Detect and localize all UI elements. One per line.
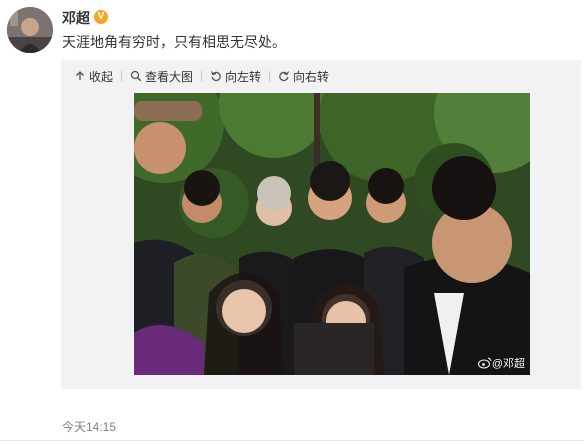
toolbar-divider <box>201 70 203 82</box>
watermark-text: @邓超 <box>491 358 525 370</box>
view-large-button[interactable]: 查看大图 <box>130 68 193 85</box>
rotate-right-button[interactable]: 向右转 <box>278 68 329 85</box>
post-text: 天涯地角有穷时，只有相思无尽处。 <box>62 34 286 50</box>
collapse-label: 收起 <box>89 69 114 84</box>
verified-badge: V <box>94 10 108 24</box>
rotate-left-button[interactable]: 向左转 <box>210 68 261 85</box>
media-toolbar: 收起 查看大图 向左转 向右转 <box>74 68 329 84</box>
rotate-right-label: 向右转 <box>293 69 330 84</box>
rotate-right-icon <box>279 71 290 82</box>
collapse-button[interactable]: 收起 <box>74 68 113 85</box>
upload-arrow-icon <box>76 71 84 80</box>
username[interactable]: 邓超 <box>62 8 90 28</box>
avatar[interactable] <box>7 7 53 53</box>
view-large-label: 查看大图 <box>145 69 194 84</box>
weibo-icon <box>477 357 492 369</box>
magnifier-icon <box>130 70 142 82</box>
post-timestamp[interactable]: 今天14:15 <box>62 418 116 435</box>
toolbar-divider <box>121 70 123 82</box>
avatar-image <box>7 7 53 53</box>
photo-watermark: @邓超 <box>477 355 525 371</box>
group-selfie-image <box>134 93 530 375</box>
toolbar-divider <box>269 70 271 82</box>
rotate-left-label: 向左转 <box>225 69 262 84</box>
post-photo[interactable]: @邓超 <box>134 93 530 375</box>
divider <box>0 440 584 441</box>
rotate-left-icon <box>210 71 221 82</box>
